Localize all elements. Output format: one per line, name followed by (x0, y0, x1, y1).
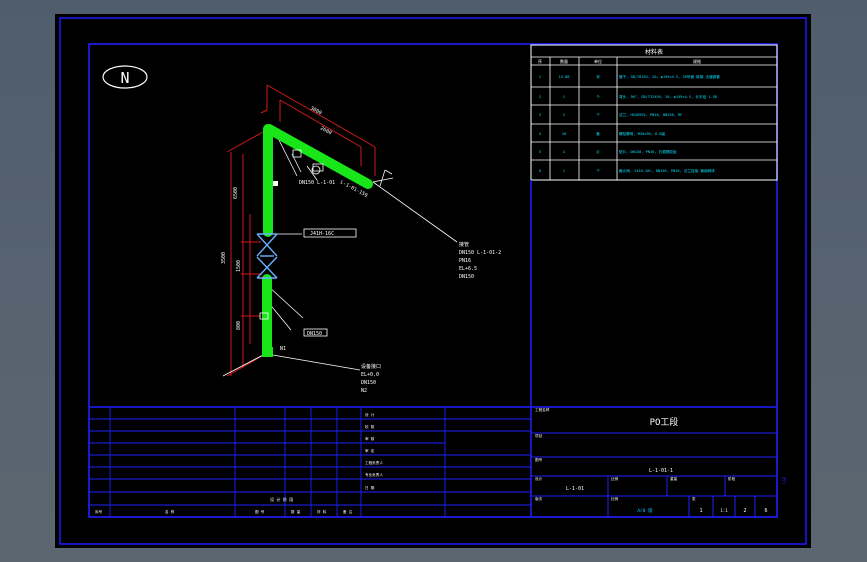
svg-text:比例: 比例 (611, 496, 619, 501)
svg-text:垫片, DN150, PN16, 石棉橡胶板: 垫片, DN150, PN16, 石棉橡胶板 (619, 149, 677, 154)
svg-text:材 料: 材 料 (317, 509, 327, 514)
sheet-count: 6 (764, 508, 767, 514)
svg-text:比例: 比例 (611, 476, 619, 481)
scale-text: 1:1 (720, 508, 728, 513)
svg-text:工程负责人: 工程负责人 (365, 460, 383, 465)
svg-text:米: 米 (596, 74, 600, 79)
svg-text:审 核: 审 核 (365, 436, 375, 441)
svg-text:设计: 设计 (535, 476, 543, 481)
dimension-lines-red (226, 84, 376, 377)
svg-text:项目: 项目 (535, 433, 542, 438)
svg-text:版次: 版次 (535, 496, 543, 501)
drawing-code: L-1-01-1 (649, 468, 673, 474)
svg-text:接管: 接管 (459, 241, 469, 248)
svg-text:重量: 重量 (670, 476, 678, 481)
svg-text:单位: 单位 (594, 58, 602, 64)
svg-text:螺栓螺母, M20×90, 8.8级: 螺栓螺母, M20×90, 8.8级 (619, 131, 666, 136)
table-row: 1 (539, 75, 541, 79)
svg-text:管子, GB/T8163, 20, φ159×4.5, 20: 管子, GB/T8163, 20, φ159×4.5, 20号钢 碳钢 无缝钢管 (619, 74, 720, 79)
svg-text:图 号: 图 号 (255, 509, 265, 514)
isometric-piping (222, 84, 458, 377)
svg-text:16: 16 (562, 132, 566, 136)
side-text: CAD (782, 476, 787, 484)
svg-text:DN150 L-1-01: DN150 L-1-01 (299, 180, 335, 186)
svg-text:备 注: 备 注 (343, 509, 353, 514)
north-label: N (120, 69, 129, 87)
svg-text:3500: 3500 (221, 252, 227, 264)
pipe-run (262, 124, 373, 355)
svg-text:日 期: 日 期 (365, 485, 375, 490)
svg-text:图号: 图号 (535, 457, 543, 462)
svg-text:2: 2 (563, 113, 565, 117)
table-row: 5 (539, 150, 541, 154)
svg-text:800: 800 (236, 321, 242, 330)
sheet-no: 2 (743, 508, 746, 514)
revision-grid-labels: 设 计 校 核 审 核 审 定 工程负责人 专业负责人 日 期 设 计 阶 段 … (95, 412, 383, 514)
svg-text:DN150: DN150 (459, 274, 474, 280)
svg-text:1: 1 (563, 95, 565, 99)
svg-text:数 量: 数 量 (291, 509, 301, 514)
svg-text:EL+6.5: EL+6.5 (459, 266, 477, 272)
drawing-name: PO工段 (650, 416, 679, 428)
svg-text:个: 个 (596, 112, 600, 117)
svg-text:套: 套 (596, 131, 600, 136)
svg-text:J41H-16C: J41H-16C (310, 231, 334, 237)
svg-text:N1: N1 (280, 346, 286, 352)
table-row: 4 (539, 132, 541, 136)
svg-text:个: 个 (596, 94, 600, 99)
table-row: 3 (539, 113, 541, 117)
svg-text:校 核: 校 核 (365, 424, 375, 429)
svg-text:序: 序 (538, 58, 542, 64)
svg-text:数量: 数量 (560, 58, 568, 64)
cad-drawing: N 3000 2600 L-1-01-159 DN150 L-1-01 J41H… (59, 17, 807, 545)
tag-square (273, 181, 278, 186)
svg-text:PN16: PN16 (459, 258, 471, 264)
table-row: 6 (539, 169, 541, 173)
svg-text:规格: 规格 (693, 58, 701, 64)
svg-text:序号: 序号 (95, 509, 103, 514)
pipe-end-flange (262, 347, 273, 357)
svg-text:工程名称: 工程名称 (535, 407, 550, 412)
svg-text:2600: 2600 (319, 125, 332, 136)
svg-text:阶段: 阶段 (728, 476, 736, 481)
svg-text:1500: 1500 (236, 260, 242, 272)
svg-text:1: 1 (563, 169, 565, 173)
svg-text:EL+0.0: EL+0.0 (361, 372, 379, 378)
svg-text:3000: 3000 (309, 105, 322, 116)
svg-text:15.88: 15.88 (559, 75, 570, 79)
svg-text:张: 张 (692, 496, 696, 501)
svg-text:N2: N2 (361, 388, 367, 394)
svg-text:法兰, HG20592, PN16, DN150, RF: 法兰, HG20592, PN16, DN150, RF (619, 112, 682, 117)
valve-body (256, 233, 278, 279)
svg-text:2: 2 (563, 150, 565, 154)
svg-text:设 计: 设 计 (365, 412, 375, 417)
table-row: 2 (539, 95, 541, 99)
north-symbol: N (102, 65, 148, 89)
svg-text:截止阀, J41H-16C, DN150, PN16, 法兰: 截止阀, J41H-16C, DN150, PN16, 法兰连接 铸钢阀体 (619, 168, 715, 173)
clip-marker (312, 163, 324, 172)
revision-label: A/0 版 (637, 507, 653, 514)
part-label: L-1-01 (566, 486, 584, 492)
svg-text:专业负责人: 专业负责人 (365, 472, 383, 477)
svg-text:弯头, 90°, GB/T12459, 20, φ159×4: 弯头, 90°, GB/T12459, 20, φ159×4.5, 长半径 1.… (619, 94, 717, 99)
sheet-total: 1 (699, 508, 702, 514)
svg-text:片: 片 (596, 149, 600, 154)
svg-text:个: 个 (596, 168, 600, 173)
svg-text:审 定: 审 定 (365, 448, 375, 453)
material-table: 材料表 序 数量 单位 规格 1 15.88 米 管子, GB/T8163, 2… (530, 44, 778, 181)
revision-grid (89, 407, 531, 517)
svg-text:DN150: DN150 (307, 331, 322, 337)
svg-text:设备接口: 设备接口 (361, 363, 381, 370)
svg-text:名 称: 名 称 (165, 509, 175, 514)
svg-text:DN150 L-1-01-2: DN150 L-1-01-2 (459, 250, 501, 256)
material-table-title: 材料表 (645, 48, 663, 56)
drawing-viewport[interactable]: N 3000 2600 L-1-01-159 DN150 L-1-01 J41H… (55, 14, 811, 548)
svg-text:6500: 6500 (233, 187, 239, 199)
svg-text:DN150: DN150 (361, 380, 376, 386)
svg-text:设 计 阶 段: 设 计 阶 段 (270, 496, 293, 502)
